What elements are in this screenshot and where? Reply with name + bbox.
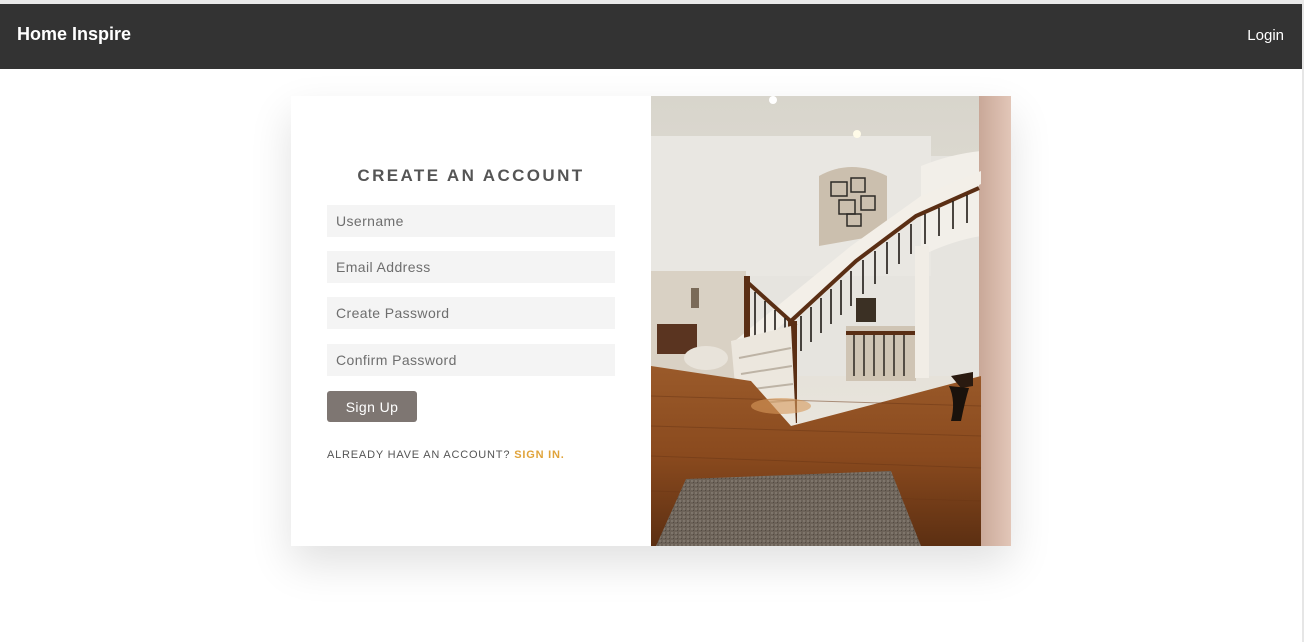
email-input[interactable]	[327, 251, 615, 283]
brand-logo[interactable]: Home Inspire	[17, 24, 131, 45]
signup-form: CREATE AN ACCOUNT Sign Up ALREADY HAVE A…	[291, 96, 651, 546]
sign-up-button[interactable]: Sign Up	[327, 391, 417, 422]
form-title: CREATE AN ACCOUNT	[357, 166, 585, 185]
sign-in-link[interactable]: SIGN IN.	[514, 449, 564, 461]
nav-login-link[interactable]: Login	[1247, 27, 1284, 44]
create-password-input[interactable]	[327, 297, 615, 329]
already-have-account: ALREADY HAVE AN ACCOUNT? SIGN IN.	[327, 449, 565, 461]
interior-staircase-photo	[651, 96, 1011, 546]
confirm-password-input[interactable]	[327, 344, 615, 376]
username-input[interactable]	[327, 205, 615, 237]
signup-card: CREATE AN ACCOUNT Sign Up ALREADY HAVE A…	[291, 96, 1011, 546]
already-text: ALREADY HAVE AN ACCOUNT?	[327, 449, 511, 461]
navbar: Home Inspire Login	[0, 4, 1302, 69]
staircase-image	[651, 96, 1011, 546]
